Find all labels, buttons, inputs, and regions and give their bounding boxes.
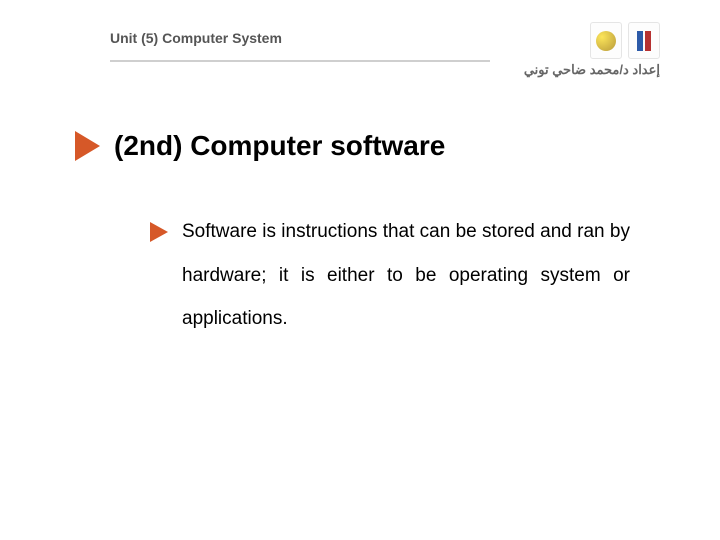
- body-text: Software is instructions that can be sto…: [182, 210, 630, 341]
- title-row: (2nd) Computer software: [75, 130, 445, 162]
- body-block: Software is instructions that can be sto…: [150, 210, 630, 341]
- header-divider: [110, 60, 490, 62]
- triangle-right-icon: [150, 222, 168, 242]
- triangle-right-icon: [75, 131, 100, 161]
- page-title: (2nd) Computer software: [114, 130, 445, 162]
- unit-label: Unit (5) Computer System: [110, 30, 282, 46]
- org-bars-icon: [628, 22, 660, 59]
- logo-group: [590, 22, 660, 59]
- slide-container: Unit (5) Computer System إعداد د/محمد ضا…: [0, 0, 720, 540]
- author-label: إعداد د/محمد ضاحي توني: [524, 62, 660, 78]
- emblem-circle-icon: [590, 22, 622, 59]
